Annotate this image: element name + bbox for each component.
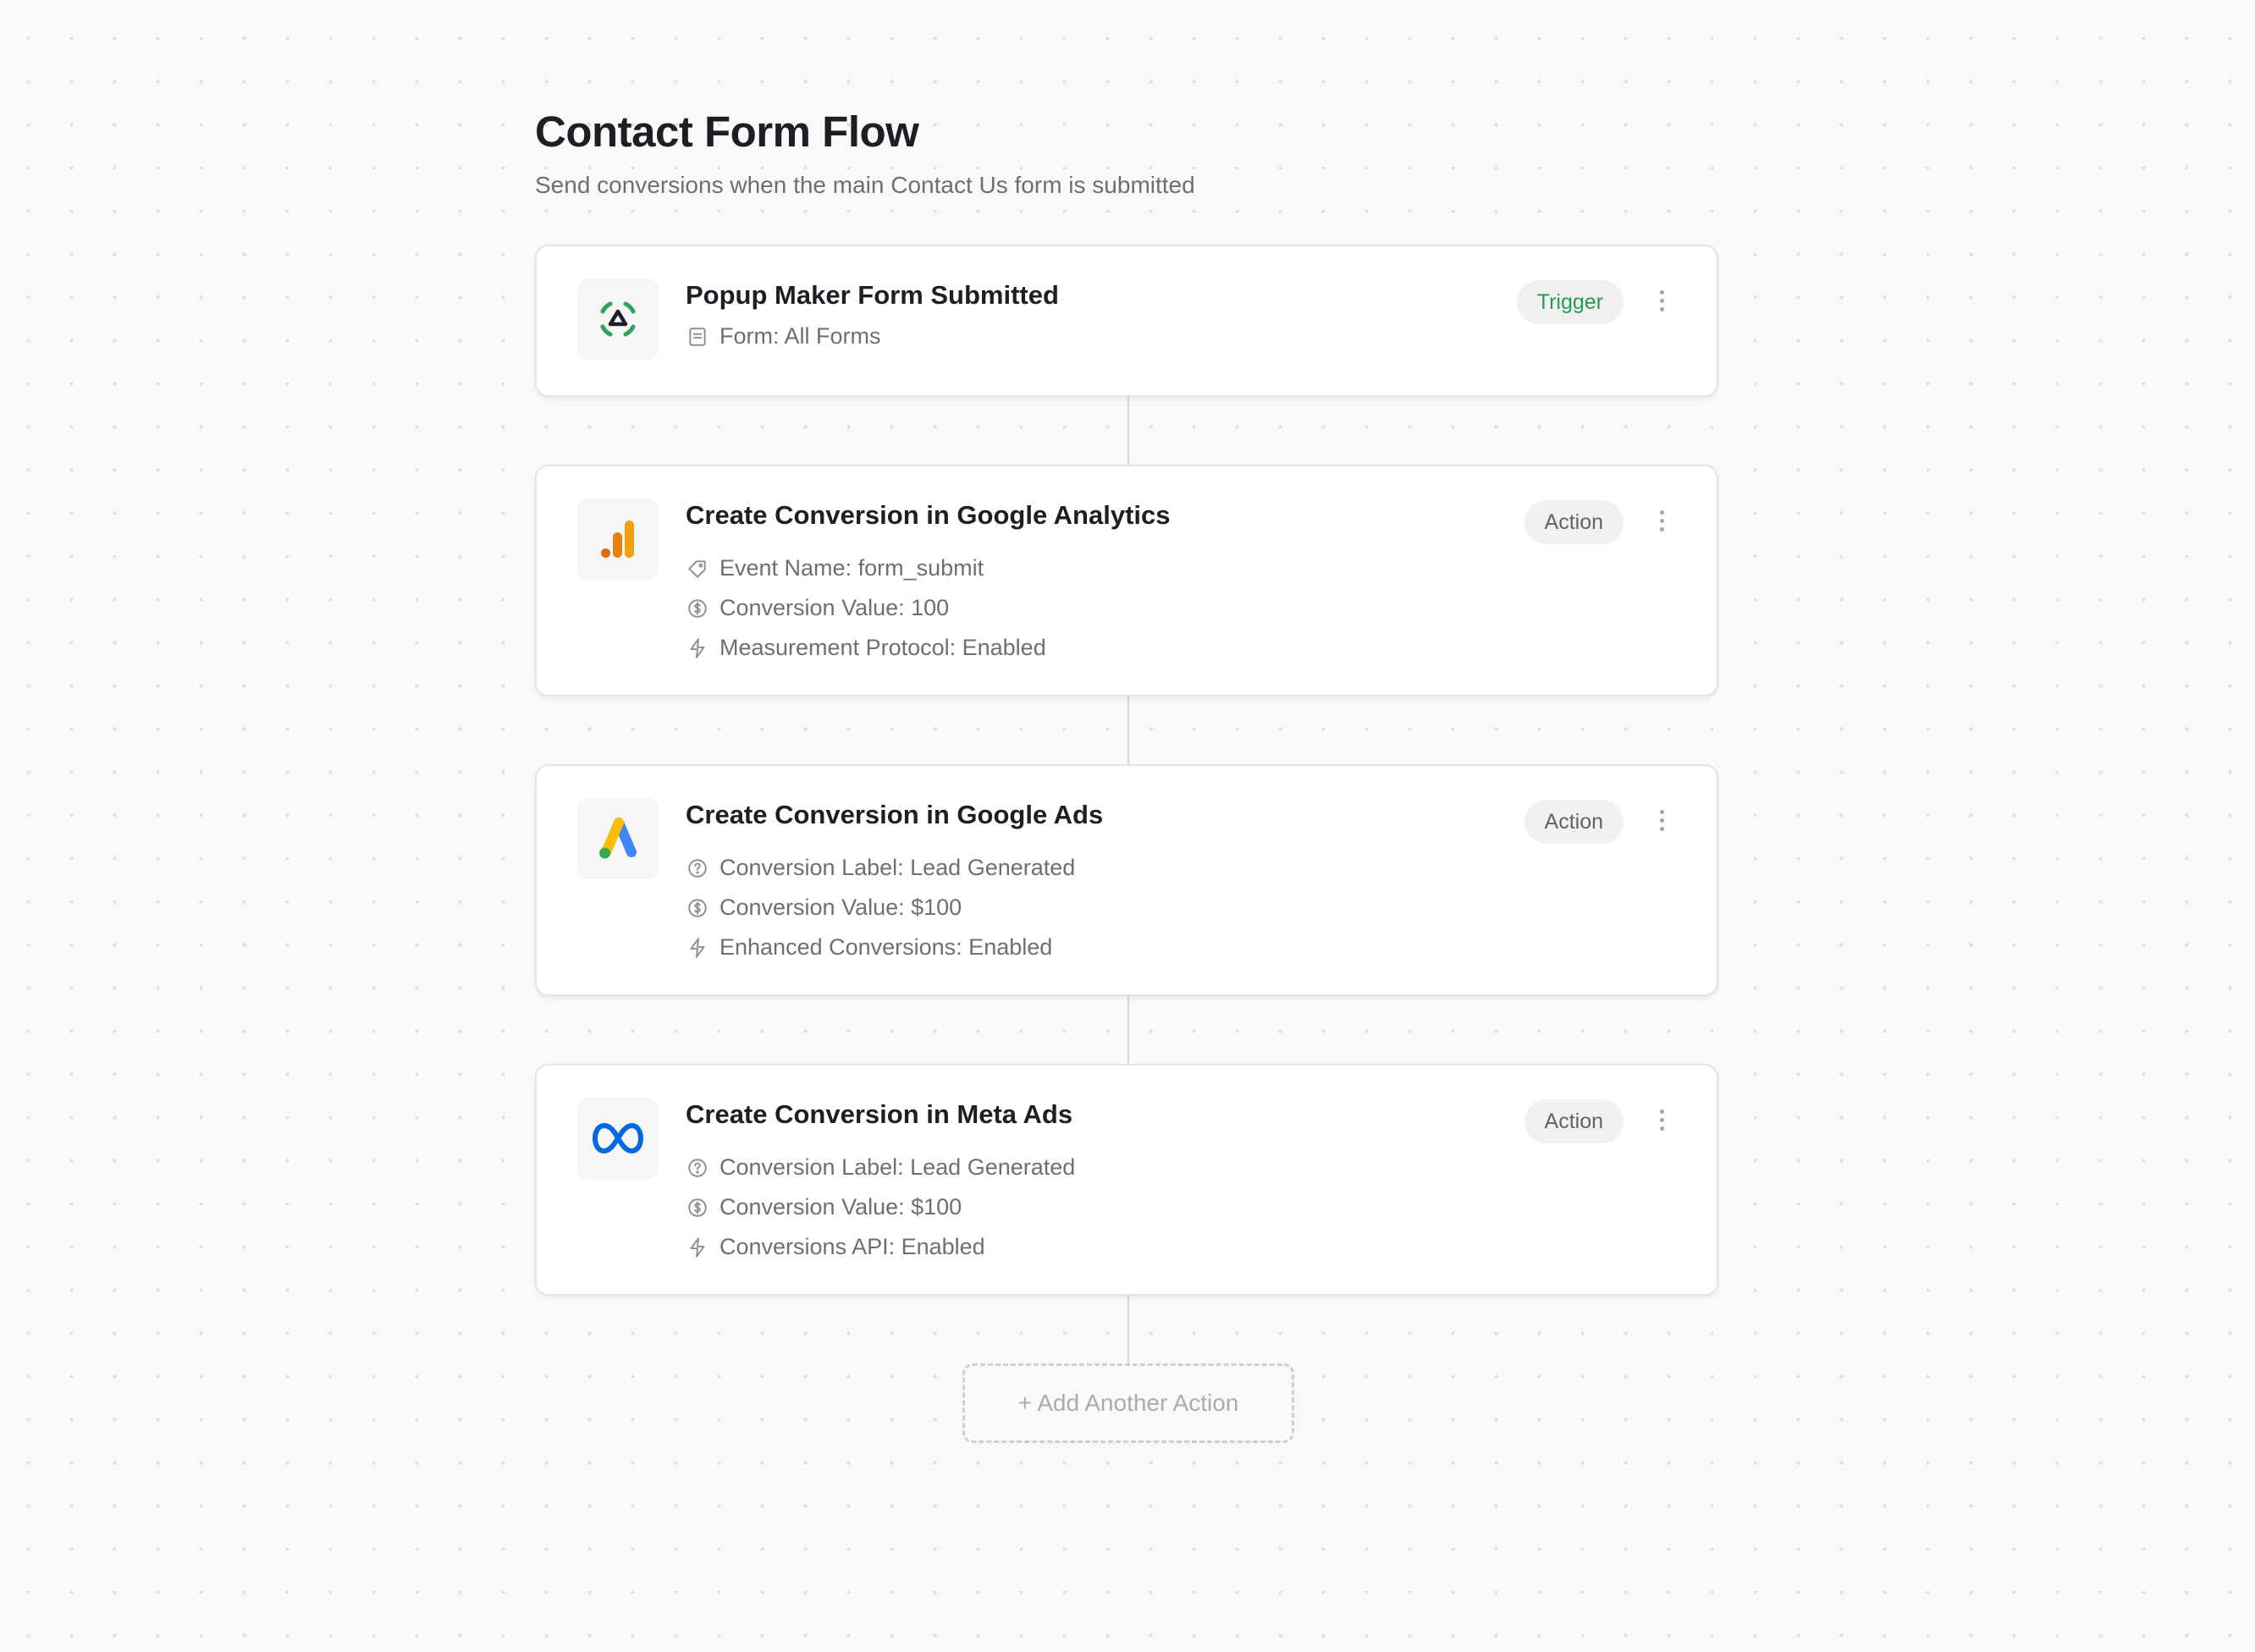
detail-text: Conversion Value: $100	[720, 1194, 962, 1220]
flow-connector	[1128, 996, 1129, 1064]
more-options-icon[interactable]	[1656, 502, 1668, 539]
detail-row: Event Name: form_submit	[686, 548, 1046, 588]
trigger-card[interactable]: Popup Maker Form Submitted Form: All For…	[535, 245, 1718, 397]
more-options-icon[interactable]	[1656, 1101, 1668, 1138]
step-details: Conversion Label: Lead Generated Convers…	[686, 848, 1075, 967]
detail-text: Event Name: form_submit	[720, 555, 984, 581]
tag-icon	[686, 557, 709, 581]
help-circle-icon	[686, 856, 709, 880]
add-another-action-button[interactable]: + Add Another Action	[962, 1363, 1294, 1443]
detail-text: Enhanced Conversions: Enabled	[720, 934, 1053, 960]
dollar-circle-icon	[686, 597, 709, 620]
google-analytics-logo-icon	[577, 498, 659, 580]
action-badge: Action	[1524, 1099, 1624, 1143]
step-details: Event Name: form_submit Conversion Value…	[686, 548, 1046, 668]
detail-row: Form: All Forms	[686, 317, 881, 356]
step-title: Popup Maker Form Submitted	[686, 280, 1059, 310]
detail-row: Conversion Value: $100	[686, 888, 1075, 928]
step-details: Form: All Forms	[686, 317, 881, 356]
detail-row: Conversions API: Enabled	[686, 1227, 1075, 1267]
detail-text: Conversion Value: 100	[720, 595, 950, 620]
detail-row: Conversion Value: $100	[686, 1187, 1075, 1227]
trigger-badge: Trigger	[1516, 280, 1624, 324]
form-icon	[686, 325, 709, 349]
page-subtitle: Send conversions when the main Contact U…	[535, 172, 1195, 198]
detail-text: Conversion Label: Lead Generated	[720, 1154, 1076, 1180]
flow-connector	[1128, 1296, 1129, 1363]
detail-row: Conversion Label: Lead Generated	[686, 1148, 1075, 1187]
google-ads-logo-icon	[577, 798, 659, 879]
detail-row: Conversion Label: Lead Generated	[686, 848, 1075, 888]
meta-logo-icon	[577, 1098, 659, 1179]
more-options-icon[interactable]	[1656, 282, 1668, 319]
flow-connector	[1128, 397, 1129, 465]
dollar-circle-icon	[686, 896, 709, 920]
step-title: Create Conversion in Google Ads	[686, 800, 1104, 829]
detail-text: Conversion Label: Lead Generated	[720, 855, 1076, 880]
step-details: Conversion Label: Lead Generated Convers…	[686, 1148, 1075, 1267]
action-badge: Action	[1524, 800, 1624, 844]
action-badge: Action	[1524, 500, 1624, 544]
detail-text: Measurement Protocol: Enabled	[720, 635, 1046, 660]
detail-row: Enhanced Conversions: Enabled	[686, 928, 1075, 967]
step-title: Create Conversion in Google Analytics	[686, 500, 1171, 530]
page-title: Contact Form Flow	[535, 107, 919, 156]
action-card-meta-ads[interactable]: Create Conversion in Meta Ads Conversion…	[535, 1064, 1718, 1296]
popup-maker-logo-icon	[577, 278, 659, 360]
action-card-google-analytics[interactable]: Create Conversion in Google Analytics Ev…	[535, 465, 1718, 697]
lightning-icon	[686, 636, 709, 660]
lightning-icon	[686, 936, 709, 960]
action-card-google-ads[interactable]: Create Conversion in Google Ads Conversi…	[535, 764, 1718, 996]
step-title: Create Conversion in Meta Ads	[686, 1099, 1073, 1129]
detail-text: Form: All Forms	[720, 323, 881, 349]
detail-row: Measurement Protocol: Enabled	[686, 628, 1046, 668]
more-options-icon[interactable]	[1656, 801, 1668, 839]
lightning-icon	[686, 1236, 709, 1259]
detail-row: Conversion Value: 100	[686, 588, 1046, 628]
detail-text: Conversions API: Enabled	[720, 1234, 985, 1259]
dollar-circle-icon	[686, 1196, 709, 1220]
flow-connector	[1128, 697, 1129, 764]
help-circle-icon	[686, 1156, 709, 1180]
detail-text: Conversion Value: $100	[720, 895, 962, 920]
